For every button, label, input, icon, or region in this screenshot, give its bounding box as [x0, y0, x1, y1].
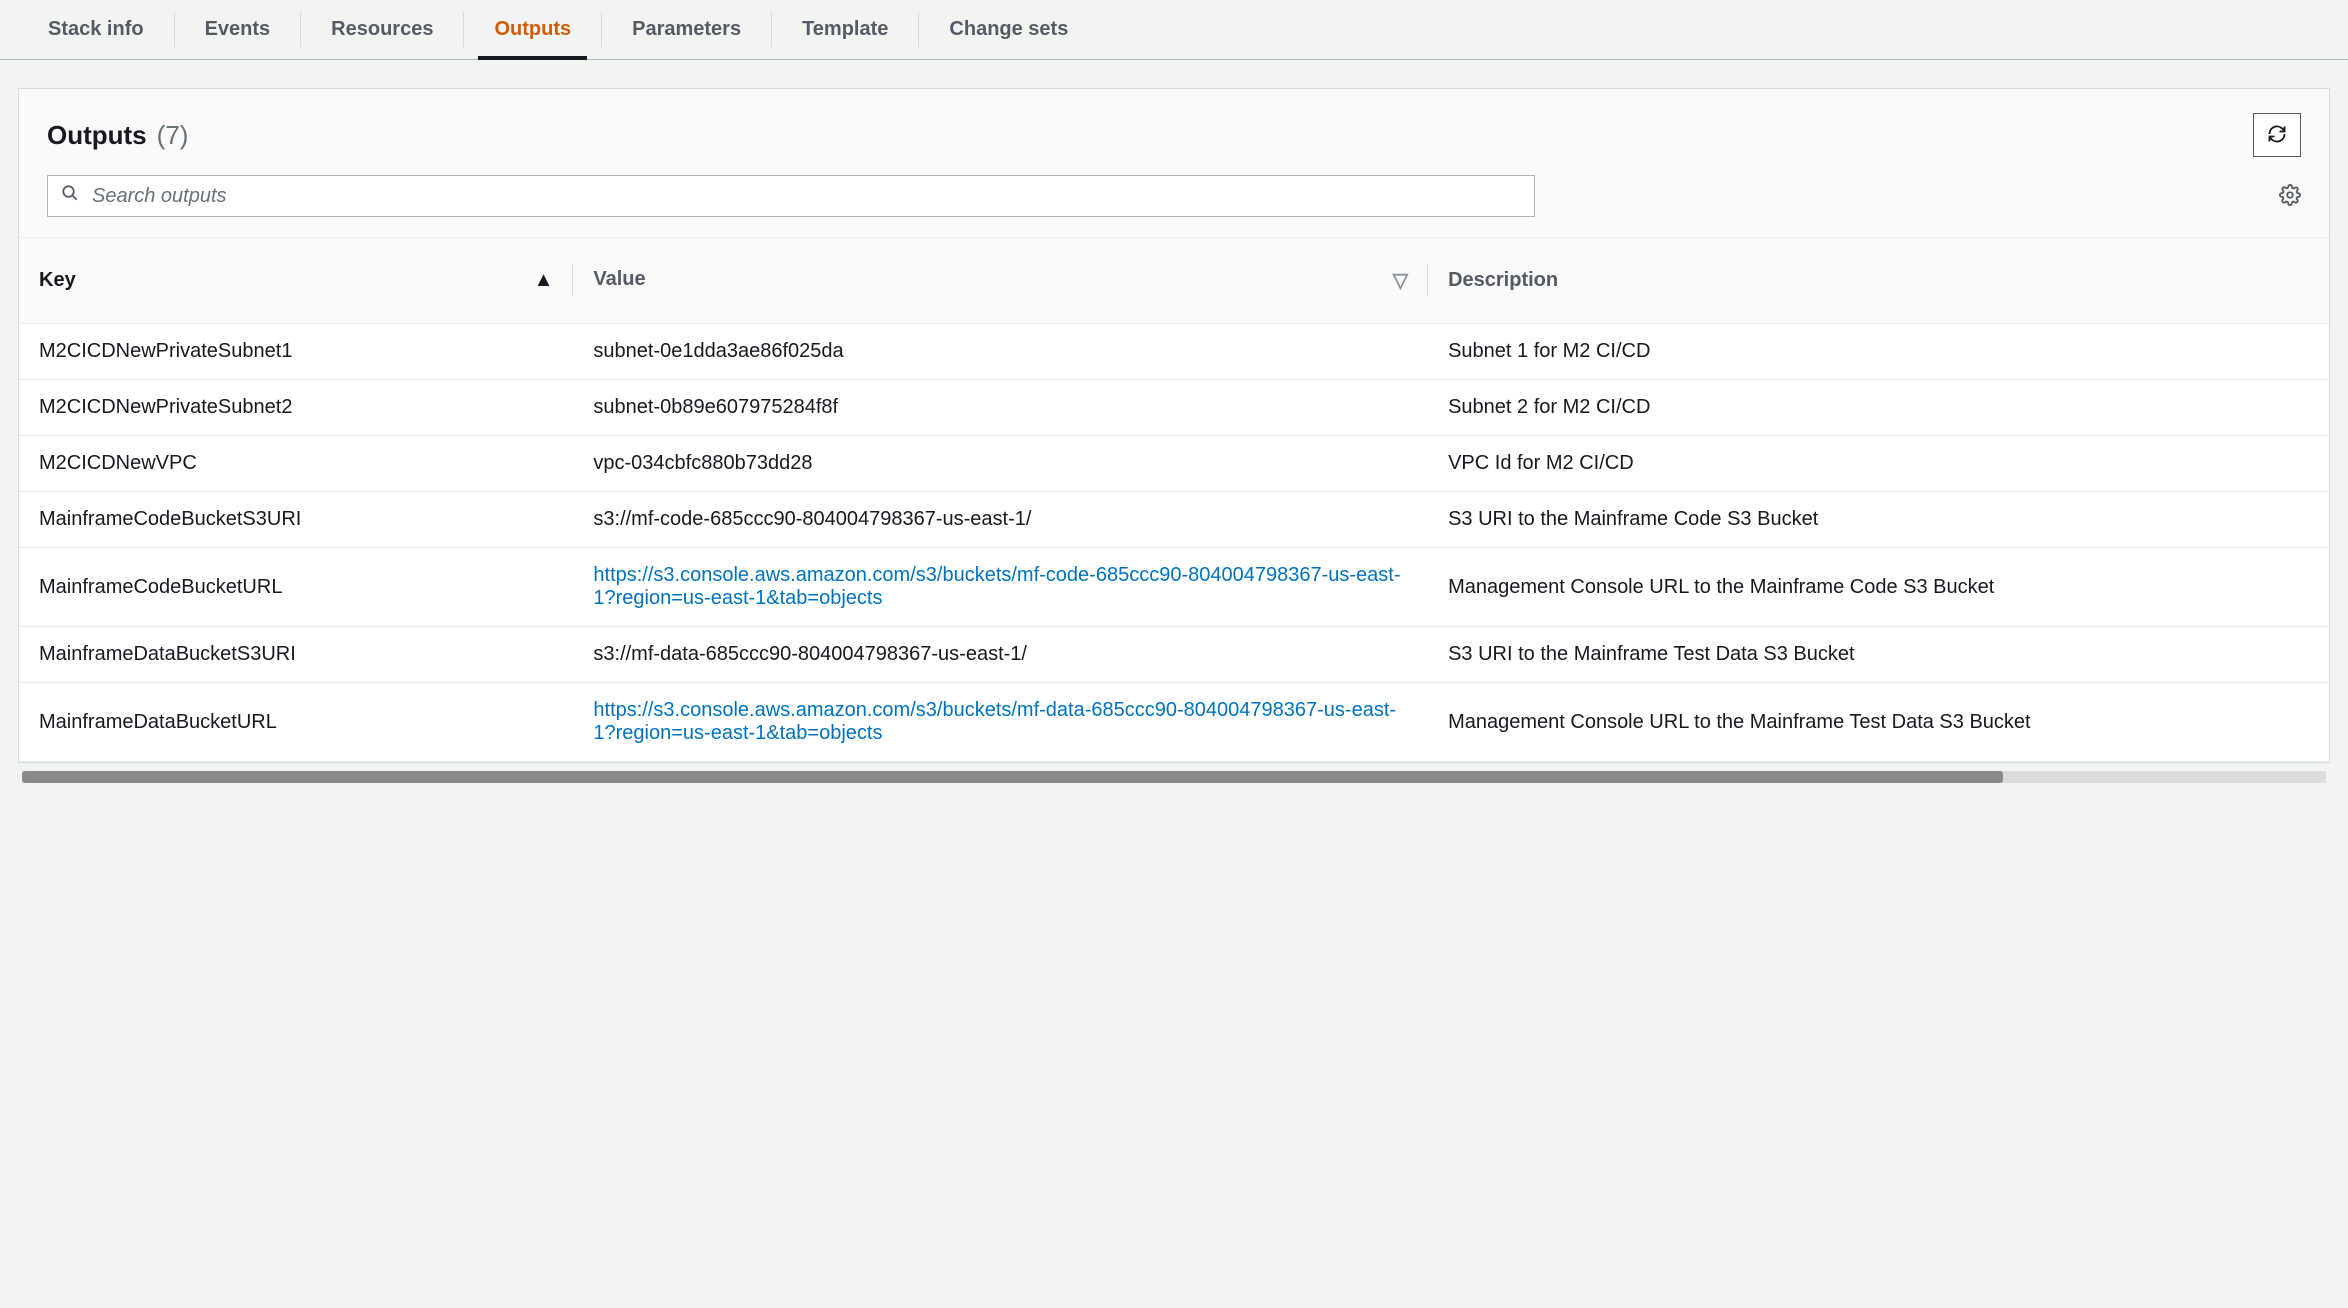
- column-header-value-label: Value: [593, 268, 645, 290]
- column-header-description-label: Description: [1448, 269, 1558, 291]
- sort-none-icon: ▽: [1393, 268, 1408, 293]
- tab-stack-info[interactable]: Stack info: [18, 0, 174, 59]
- search-row: [19, 175, 2329, 237]
- outputs-panel: Outputs (7): [18, 88, 2330, 763]
- cell-description: Subnet 2 for M2 CI/CD: [1428, 380, 2329, 436]
- cell-key: MainframeDataBucketURL: [19, 683, 573, 762]
- tab-events[interactable]: Events: [175, 0, 301, 59]
- column-header-description[interactable]: Description: [1428, 238, 2329, 324]
- cell-value: s3://mf-data-685ccc90-804004798367-us-ea…: [573, 627, 1428, 683]
- cell-value: subnet-0e1dda3ae86f025da: [573, 324, 1428, 380]
- table-row: M2CICDNewVPCvpc-034cbfc880b73dd28VPC Id …: [19, 436, 2329, 492]
- panel-title: Outputs (7): [47, 120, 188, 151]
- cell-description: Management Console URL to the Mainframe …: [1428, 548, 2329, 627]
- refresh-icon: [2267, 124, 2287, 147]
- cell-value: s3://mf-code-685ccc90-804004798367-us-ea…: [573, 492, 1428, 548]
- column-header-key[interactable]: Key ▲: [19, 238, 573, 324]
- cell-key: M2CICDNewVPC: [19, 436, 573, 492]
- column-header-value[interactable]: Value ▽: [573, 238, 1428, 324]
- value-link[interactable]: https://s3.console.aws.amazon.com/s3/buc…: [593, 564, 1400, 609]
- table-row: MainframeDataBucketURL https://s3.console…: [19, 683, 2329, 762]
- sort-ascending-icon: ▲: [534, 269, 554, 292]
- table-header-row: Key ▲ Value ▽ Description: [19, 238, 2329, 324]
- stack-detail-tabs: Stack info Events Resources Outputs Para…: [0, 0, 2348, 60]
- cell-description: VPC Id for M2 CI/CD: [1428, 436, 2329, 492]
- cell-key: MainframeCodeBucketS3URI: [19, 492, 573, 548]
- outputs-table: Key ▲ Value ▽ Description M2CICDNewPriva…: [19, 237, 2329, 762]
- tab-change-sets[interactable]: Change sets: [919, 0, 1098, 59]
- cell-key: M2CICDNewPrivateSubnet2: [19, 380, 573, 436]
- column-header-key-label: Key: [39, 269, 76, 291]
- table-row: MainframeDataBucketS3URIs3://mf-data-685…: [19, 627, 2329, 683]
- gear-icon: [2279, 184, 2301, 209]
- cell-description: S3 URI to the Mainframe Test Data S3 Buc…: [1428, 627, 2329, 683]
- page-body: Outputs (7): [0, 88, 2348, 795]
- cell-value: https://s3.console.aws.amazon.com/s3/buc…: [573, 548, 1428, 627]
- cell-key: MainframeCodeBucketURL: [19, 548, 573, 627]
- table-row: MainframeCodeBucketURL https://s3.console…: [19, 548, 2329, 627]
- tab-parameters[interactable]: Parameters: [602, 0, 771, 59]
- cell-value: vpc-034cbfc880b73dd28: [573, 436, 1428, 492]
- search-wrap: [47, 175, 1535, 217]
- tab-resources[interactable]: Resources: [301, 0, 463, 59]
- cell-description: Management Console URL to the Mainframe …: [1428, 683, 2329, 762]
- panel-title-text: Outputs: [47, 120, 147, 151]
- cell-value: https://s3.console.aws.amazon.com/s3/buc…: [573, 683, 1428, 762]
- value-link[interactable]: https://s3.console.aws.amazon.com/s3/buc…: [593, 699, 1396, 744]
- table-row: MainframeCodeBucketS3URIs3://mf-code-685…: [19, 492, 2329, 548]
- panel-count: (7): [157, 120, 189, 151]
- refresh-button[interactable]: [2253, 113, 2301, 157]
- panel-header: Outputs (7): [19, 89, 2329, 175]
- tab-template[interactable]: Template: [772, 0, 918, 59]
- horizontal-scrollbar[interactable]: [22, 771, 2326, 783]
- table-row: M2CICDNewPrivateSubnet1subnet-0e1dda3ae8…: [19, 324, 2329, 380]
- cell-value: subnet-0b89e607975284f8f: [573, 380, 1428, 436]
- cell-key: MainframeDataBucketS3URI: [19, 627, 573, 683]
- tab-outputs[interactable]: Outputs: [464, 0, 601, 59]
- horizontal-scrollbar-thumb[interactable]: [22, 771, 2003, 783]
- search-input[interactable]: [47, 175, 1535, 217]
- table-row: M2CICDNewPrivateSubnet2subnet-0b89e60797…: [19, 380, 2329, 436]
- cell-description: S3 URI to the Mainframe Code S3 Bucket: [1428, 492, 2329, 548]
- cell-key: M2CICDNewPrivateSubnet1: [19, 324, 573, 380]
- cell-description: Subnet 1 for M2 CI/CD: [1428, 324, 2329, 380]
- table-preferences-button[interactable]: [2279, 184, 2301, 209]
